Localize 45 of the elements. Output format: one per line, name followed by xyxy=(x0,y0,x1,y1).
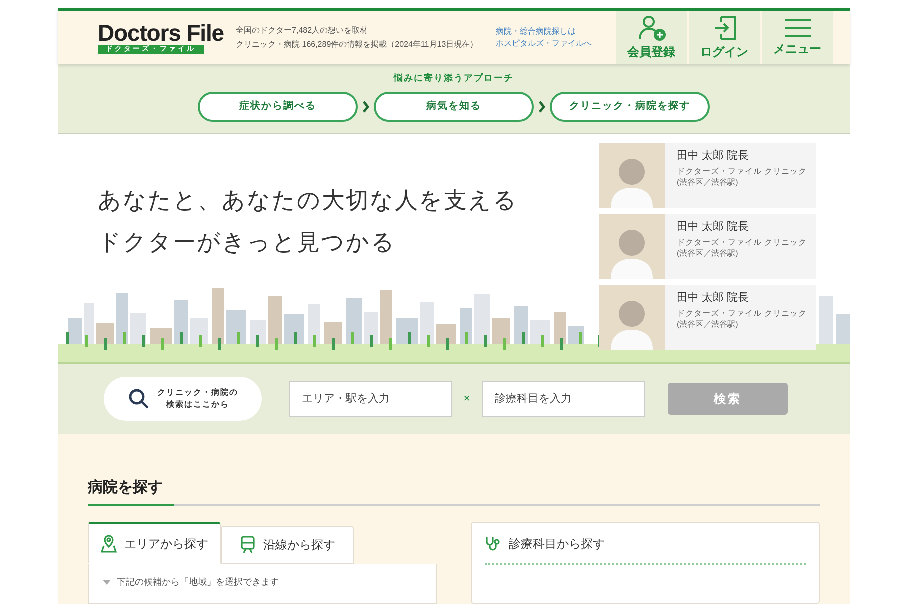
doctor-name: 田中 太郎 院長 xyxy=(677,220,750,236)
tagline-text: 全国のドクター7,482人の想いを取材 xyxy=(236,24,370,37)
clinic-name: ドクターズ・ファイル クリニック xyxy=(677,308,808,320)
map-pin-icon xyxy=(100,534,116,552)
clinic-location: (渋谷区／渋谷駅) xyxy=(677,248,740,260)
doctor-card[interactable]: 田中 太郎 院長 ドクターズ・ファイル クリニック (渋谷区／渋谷駅) xyxy=(599,143,816,208)
clinic-location: (渋谷区／渋谷駅) xyxy=(677,319,740,330)
menu-button[interactable]: メニュー xyxy=(762,10,834,64)
separator-text: × xyxy=(462,392,472,407)
login-button[interactable]: ログイン xyxy=(689,10,760,64)
chevron-right-icon xyxy=(362,100,370,113)
clinic-location: (渋谷区／渋谷駅) xyxy=(677,177,740,188)
login-icon xyxy=(712,14,737,41)
doctor-card[interactable]: 田中 太郎 院長 ドクターズ・ファイル クリニック (渋谷区／渋谷駅) xyxy=(599,285,816,350)
register-button[interactable]: 会員登録 xyxy=(616,10,688,64)
doctor-name: 田中 太郎 院長 xyxy=(677,148,750,164)
approach-step-button[interactable]: クリニック・病院を探す xyxy=(550,92,710,122)
search-prompt-text: クリニック・病院の xyxy=(158,386,238,399)
doctor-card[interactable]: 田中 太郎 院長 ドクターズ・ファイル クリニック (渋谷区／渋谷駅) xyxy=(599,214,816,280)
search-tab[interactable]: 沿線から探す xyxy=(221,526,354,564)
chevron-right-icon xyxy=(538,100,546,113)
hint-text: 下記の候補から「地域」を選択できます xyxy=(117,576,279,588)
department-title: 診療科目から探す xyxy=(508,536,605,553)
approach-step-button[interactable]: 病気を知る xyxy=(374,92,534,122)
approach-title: 悩みに寄り添うアプローチ xyxy=(394,72,514,86)
section-title: 病院を探す xyxy=(88,478,164,498)
hospital-site-link[interactable]: 病院・総合病院探しは ホスピタルズ・ファイルへ xyxy=(496,10,592,64)
search-icon xyxy=(128,388,150,410)
hero-headline: あなたと、あなたの大切な人を支える xyxy=(98,187,518,216)
approach-step-button[interactable]: 症状から調べる xyxy=(198,92,358,122)
tagline-text: クリニック・病院 166,289件の情報を掲載（2024年11月13日現在） xyxy=(236,38,478,51)
search-tab[interactable]: エリアから探す xyxy=(88,522,221,564)
doctor-name: 田中 太郎 院長 xyxy=(677,290,750,306)
add-user-icon xyxy=(638,14,666,41)
search-prompt-text: 検索はここから xyxy=(166,398,230,411)
department-input-field[interactable]: 診療科目を入力 xyxy=(482,380,645,417)
train-icon xyxy=(240,536,256,554)
clinic-name: ドクターズ・ファイル クリニック xyxy=(677,237,808,248)
menu-icon xyxy=(784,18,812,38)
hero-headline: ドクターがきっと見つかる xyxy=(98,229,397,258)
logo-title[interactable]: Doctors File xyxy=(98,21,224,46)
triangle-icon xyxy=(103,580,111,585)
area-input-field[interactable]: エリア・駅を入力 xyxy=(289,380,452,417)
stethoscope-icon xyxy=(484,536,501,552)
clinic-name: ドクターズ・ファイル クリニック xyxy=(677,166,808,178)
